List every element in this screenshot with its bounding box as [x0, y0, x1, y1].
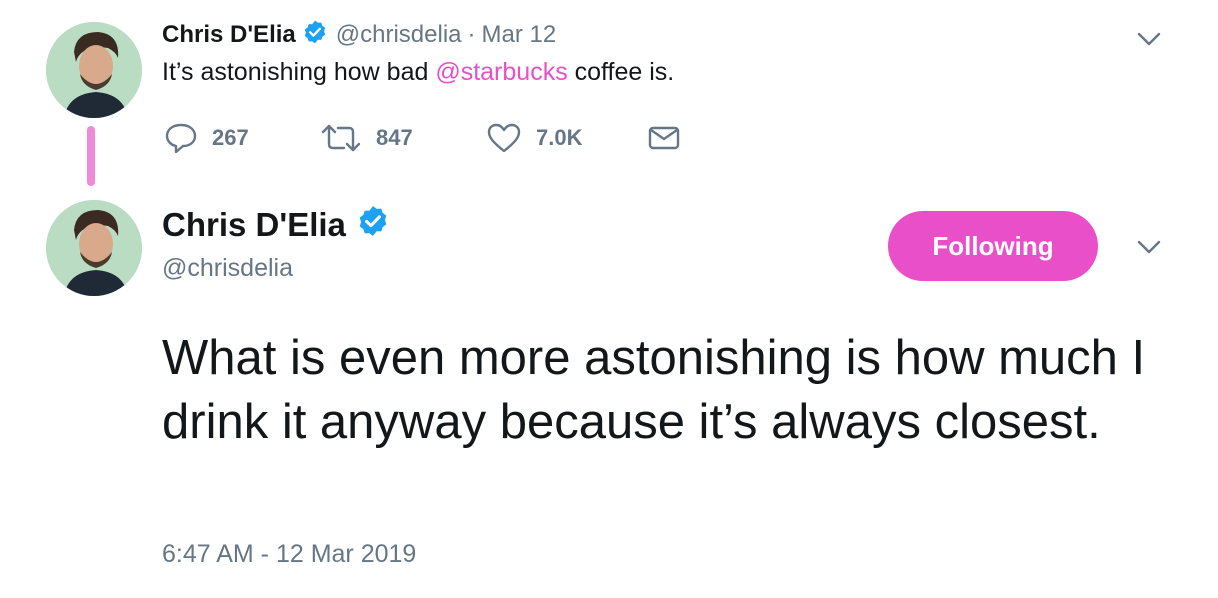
header-separator: · — [467, 21, 476, 48]
parent-text-before: It’s astonishing how bad — [162, 58, 436, 86]
main-tweet-text: What is even more astonishing is how muc… — [162, 331, 1146, 449]
thread-connector — [87, 126, 95, 186]
mention-link[interactable]: @starbucks — [435, 58, 567, 86]
like-button[interactable]: 7.0K — [486, 122, 582, 154]
retweet-count: 847 — [376, 125, 413, 150]
main-author-handle[interactable]: @chrisdelia — [162, 254, 293, 283]
avatar-main[interactable] — [46, 200, 142, 296]
avatar-parent[interactable] — [46, 22, 142, 118]
parent-tweet-date[interactable]: Mar 12 — [482, 21, 557, 49]
verified-badge-icon — [302, 19, 328, 52]
chevron-down-icon[interactable] — [1136, 30, 1162, 48]
dm-button[interactable] — [648, 122, 694, 154]
main-author-name[interactable]: Chris D'Elia — [162, 206, 346, 244]
parent-author-name[interactable]: Chris D'Elia — [162, 21, 296, 49]
like-count: 7.0K — [536, 125, 583, 150]
main-tweet-header: Chris D'Elia — [162, 204, 390, 246]
parent-tweet-header: Chris D'Elia @chrisdelia · Mar 12 — [162, 18, 556, 52]
parent-author-handle[interactable]: @chrisdelia — [336, 21, 462, 49]
retweet-icon — [321, 124, 361, 152]
following-button[interactable]: Following — [888, 211, 1098, 281]
verified-badge-icon — [356, 204, 390, 246]
parent-text-after: coffee is. — [567, 58, 675, 86]
envelope-icon — [648, 126, 680, 150]
tweet-timestamp[interactable]: 6:47 AM - 12 Mar 2019 — [162, 540, 416, 569]
chevron-down-icon[interactable] — [1136, 238, 1162, 256]
reply-count: 267 — [212, 125, 249, 150]
retweet-button[interactable]: 847 — [320, 122, 413, 154]
reply-button[interactable]: 267 — [164, 122, 249, 154]
reply-icon — [165, 123, 197, 154]
parent-tweet-text: It’s astonishing how bad @starbucks coff… — [162, 58, 674, 87]
heart-icon — [487, 123, 521, 153]
